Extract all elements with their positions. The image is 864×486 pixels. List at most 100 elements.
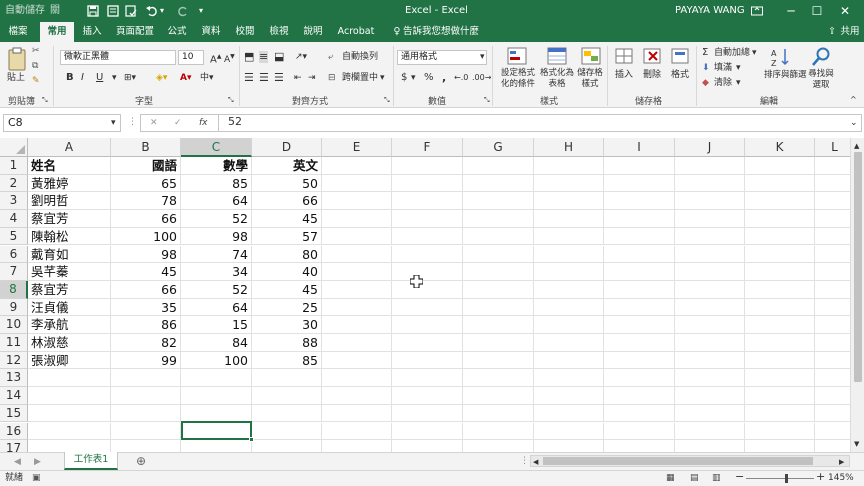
header-cell[interactable]: 數學: [181, 157, 252, 175]
currency-dropdown-icon[interactable]: ▾: [411, 72, 416, 84]
column-header-j[interactable]: J: [675, 138, 745, 157]
empty-cell[interactable]: [252, 422, 322, 441]
empty-cell[interactable]: [675, 334, 745, 352]
empty-cell[interactable]: [534, 387, 604, 405]
empty-cell[interactable]: [675, 422, 745, 441]
insert-cells-button[interactable]: 插入: [615, 69, 633, 81]
align-center-icon[interactable]: ☰: [259, 72, 269, 84]
score-cell[interactable]: 100: [111, 227, 181, 246]
name-box[interactable]: C8: [3, 114, 121, 132]
empty-cell[interactable]: [815, 423, 850, 441]
empty-cell[interactable]: [604, 263, 675, 281]
conditional-formatting-icon[interactable]: [506, 46, 528, 66]
empty-cell[interactable]: [745, 334, 815, 352]
decrease-indent-icon[interactable]: ⇤: [294, 72, 302, 84]
empty-cell[interactable]: [322, 422, 392, 441]
scroll-down-icon[interactable]: ▼: [854, 438, 859, 450]
empty-cell[interactable]: [815, 334, 850, 352]
tab-insert[interactable]: 插入: [78, 22, 106, 42]
font-color-icon[interactable]: A▾: [180, 72, 191, 84]
close-icon[interactable]: ✕: [830, 0, 860, 22]
increase-indent-icon[interactable]: ⇥: [308, 72, 316, 84]
score-cell[interactable]: 82: [111, 334, 181, 352]
name-cell[interactable]: 戴育如: [28, 245, 111, 264]
fill-color-icon[interactable]: ◈▾: [156, 72, 167, 84]
header-cell[interactable]: 姓名: [28, 157, 111, 175]
column-header-g[interactable]: G: [463, 138, 534, 157]
font-launcher-icon[interactable]: ⤡: [228, 94, 234, 106]
maximize-icon[interactable]: ☐: [802, 0, 832, 22]
column-header-d[interactable]: D: [252, 138, 322, 157]
empty-cell[interactable]: [675, 351, 745, 370]
empty-cell[interactable]: [392, 227, 463, 246]
empty-cell[interactable]: [745, 369, 815, 388]
wrap-text-icon[interactable]: ⤶: [328, 51, 333, 63]
empty-cell[interactable]: [181, 387, 252, 405]
empty-cell[interactable]: [815, 192, 850, 211]
column-header-c[interactable]: C: [181, 138, 252, 157]
zoom-level[interactable]: 145%: [828, 472, 854, 484]
format-as-table-icon[interactable]: [546, 46, 568, 66]
name-cell[interactable]: 劉明哲: [28, 192, 111, 211]
align-right-icon[interactable]: ☰: [274, 72, 284, 84]
empty-cell[interactable]: [815, 316, 850, 334]
empty-cell[interactable]: [322, 351, 392, 370]
clear-button[interactable]: 清除: [714, 77, 732, 89]
empty-cell[interactable]: [604, 245, 675, 264]
empty-cell[interactable]: [815, 281, 850, 299]
clear-dropdown-icon[interactable]: ▾: [736, 77, 741, 89]
empty-cell[interactable]: [815, 369, 850, 388]
paste-label[interactable]: 貼上: [7, 72, 25, 84]
number-launcher-icon[interactable]: ⤡: [484, 94, 490, 106]
score-cell[interactable]: 30: [252, 316, 322, 334]
zoom-slider[interactable]: [746, 478, 814, 479]
scroll-left-icon[interactable]: ◀: [533, 456, 538, 468]
empty-cell[interactable]: [252, 440, 322, 452]
empty-cell[interactable]: [322, 210, 392, 228]
row-header-8[interactable]: 8: [0, 280, 28, 299]
empty-cell[interactable]: [815, 387, 850, 405]
sort-filter-icon[interactable]: AZ: [770, 46, 792, 68]
empty-cell[interactable]: [815, 352, 850, 370]
empty-cell[interactable]: [604, 387, 675, 405]
format-painter-icon[interactable]: ✎: [32, 75, 40, 87]
empty-cell[interactable]: [534, 192, 604, 211]
sheet-tab-active[interactable]: 工作表1: [64, 452, 118, 470]
row-header-2[interactable]: 2: [0, 174, 28, 193]
column-header-b[interactable]: B: [111, 138, 181, 157]
empty-cell[interactable]: [392, 245, 463, 264]
empty-cell[interactable]: [463, 192, 534, 211]
fill-handle[interactable]: [249, 437, 254, 442]
align-middle-icon[interactable]: ≡: [259, 51, 269, 63]
empty-cell[interactable]: [392, 387, 463, 405]
empty-cell[interactable]: [675, 210, 745, 228]
format-as-table-button[interactable]: 格式化為表格: [539, 68, 575, 90]
tab-acrobat[interactable]: Acrobat: [334, 22, 378, 42]
row-header-9[interactable]: 9: [0, 298, 28, 317]
empty-cell[interactable]: [463, 404, 534, 423]
empty-cell[interactable]: [745, 192, 815, 211]
empty-cell[interactable]: [392, 280, 463, 299]
empty-cell[interactable]: [534, 369, 604, 388]
empty-cell[interactable]: [463, 369, 534, 388]
name-box-dropdown-icon[interactable]: ▾: [111, 117, 116, 129]
row-header-16[interactable]: 16: [0, 422, 28, 441]
empty-cell[interactable]: [534, 210, 604, 228]
alignment-launcher-icon[interactable]: ⤡: [384, 94, 390, 106]
empty-cell[interactable]: [463, 440, 534, 452]
customize-qat-icon[interactable]: ▾: [199, 0, 203, 22]
comma-button[interactable]: ,: [442, 72, 446, 84]
empty-cell[interactable]: [463, 227, 534, 246]
cell-styles-button[interactable]: 儲存格樣式: [574, 68, 606, 90]
empty-cell[interactable]: [534, 174, 604, 193]
empty-cell[interactable]: [675, 316, 745, 334]
score-cell[interactable]: 99: [111, 351, 181, 370]
empty-cell[interactable]: [252, 404, 322, 423]
score-cell[interactable]: 74: [181, 245, 252, 264]
empty-cell[interactable]: [604, 404, 675, 423]
empty-cell[interactable]: [392, 440, 463, 452]
score-cell[interactable]: 98: [181, 227, 252, 246]
page-layout-view-icon[interactable]: ▤: [690, 472, 699, 484]
empty-cell[interactable]: [534, 157, 604, 175]
row-header-17[interactable]: 17: [0, 440, 28, 452]
